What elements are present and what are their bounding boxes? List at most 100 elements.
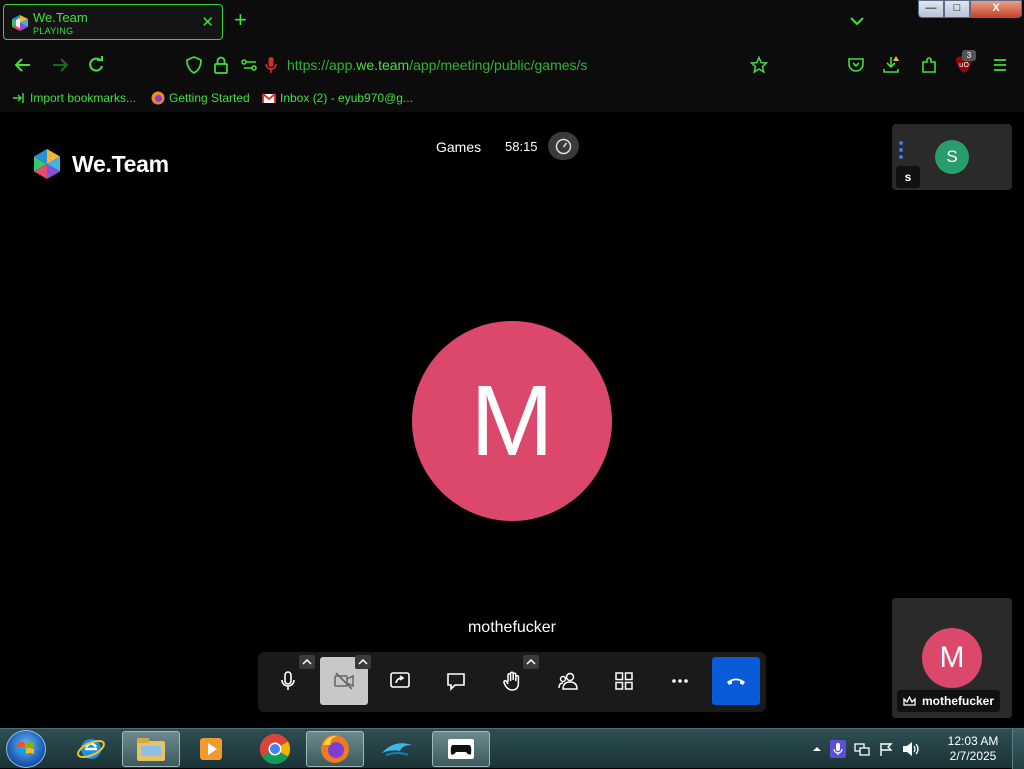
grid-view-button[interactable] <box>600 657 648 705</box>
bookmark-import[interactable]: Import bookmarks... <box>12 91 136 105</box>
tab-title: We.Team <box>33 10 88 25</box>
mic-options-caret[interactable] <box>299 655 315 669</box>
bookmark-label: Inbox (2) - eyub970@g... <box>280 91 413 105</box>
meeting-controls <box>258 652 766 712</box>
logo-text: We.Team <box>72 150 169 177</box>
more-icon <box>672 679 688 683</box>
forward-arrow-icon[interactable] <box>51 56 69 74</box>
bookmark-label: Getting Started <box>169 91 250 105</box>
system-tray <box>812 729 920 769</box>
self-view-tile[interactable]: M mothefucker <box>892 598 1012 718</box>
show-desktop-button[interactable] <box>1012 729 1024 769</box>
downloads-icon[interactable] <box>882 56 900 74</box>
tab-close-icon[interactable]: ✕ <box>201 13 214 31</box>
gmail-icon <box>262 93 276 103</box>
bookmark-getting-started[interactable]: Getting Started <box>151 91 250 105</box>
navigation-bar: https://app.we.team/app/meeting/public/g… <box>0 44 1024 86</box>
chat-button[interactable] <box>432 657 480 705</box>
chevron-up-icon <box>302 658 312 665</box>
main-speaker-name: mothefucker <box>467 619 557 636</box>
audio-level-icon <box>899 141 903 159</box>
windows-taskbar: 12:03 AM 2/7/2025 <box>0 728 1024 769</box>
taskbar-explorer[interactable] <box>122 731 180 767</box>
import-icon <box>13 93 24 103</box>
pocket-icon[interactable] <box>847 56 865 74</box>
maximize-button[interactable]: □ <box>944 0 970 18</box>
start-button[interactable] <box>6 730 46 768</box>
self-name-badge: mothefucker <box>897 690 1001 712</box>
hamburger-menu-icon[interactable] <box>991 56 1009 74</box>
svg-text:uO: uO <box>959 61 969 69</box>
explorer-icon <box>137 738 165 761</box>
self-avatar: M <box>922 628 982 688</box>
hand-options-caret[interactable] <box>523 655 539 669</box>
extensions-icon[interactable] <box>920 56 938 74</box>
raise-hand-icon <box>503 671 520 691</box>
chevron-up-icon <box>526 658 536 665</box>
chevron-down-icon[interactable] <box>848 12 866 30</box>
ublock-badge: 3 <box>962 50 976 61</box>
camera-options-caret[interactable] <box>355 655 371 669</box>
shield-icon[interactable] <box>185 56 203 74</box>
permissions-icon[interactable] <box>240 56 258 74</box>
clock-date: 2/7/2025 <box>949 749 997 763</box>
url-domain: we.team <box>356 57 410 73</box>
speedometer-icon <box>555 138 572 155</box>
taskbar-media-player[interactable] <box>182 731 240 767</box>
chat-icon <box>447 673 465 691</box>
taskbar-ie[interactable] <box>62 731 120 767</box>
bookmark-label: Import bookmarks... <box>30 91 137 105</box>
connection-quality-button[interactable] <box>548 132 579 160</box>
microphone-tray-icon[interactable] <box>830 740 846 758</box>
participants-button[interactable] <box>544 657 592 705</box>
back-arrow-icon[interactable] <box>14 56 32 74</box>
volume-icon[interactable] <box>902 741 920 757</box>
meeting-app: We.Team Games 58:15 S s M mothefucker M … <box>0 112 1024 728</box>
lock-icon[interactable] <box>212 56 230 74</box>
action-center-flag-icon[interactable] <box>878 741 894 757</box>
window-controls: — □ X <box>918 0 1022 18</box>
close-window-button[interactable]: X <box>970 0 1022 18</box>
bookmark-star-icon[interactable] <box>750 56 768 74</box>
firefox-icon <box>151 91 165 105</box>
microphone-active-icon[interactable] <box>262 56 280 74</box>
chevron-up-icon <box>358 658 368 665</box>
self-name: mothefucker <box>922 694 995 708</box>
new-tab-button[interactable]: + <box>234 9 247 31</box>
tab-playing-status: PLAYING <box>33 26 74 36</box>
weteam-logo-icon <box>34 149 60 179</box>
bookmark-gmail-inbox[interactable]: Inbox (2) - eyub970@g... <box>262 91 413 105</box>
bookmarks-toolbar: Import bookmarks... Getting Started Inbo… <box>0 86 1024 112</box>
minimize-button[interactable]: — <box>918 0 944 18</box>
screen-share-button[interactable] <box>376 657 424 705</box>
clock-time: 12:03 AM <box>947 734 999 748</box>
grid-view-icon <box>615 672 633 690</box>
browser-tab[interactable]: We.Team PLAYING ✕ <box>3 4 223 40</box>
participant-name: s <box>896 166 920 188</box>
gamepad-icon <box>448 739 474 759</box>
media-player-icon <box>200 738 222 760</box>
reload-icon[interactable] <box>87 56 105 74</box>
weteam-favicon-icon <box>12 15 28 31</box>
section-title: Games <box>436 139 482 155</box>
participant-tile-s[interactable]: S s <box>892 124 1012 190</box>
chrome-icon <box>259 734 291 765</box>
taskbar-firefox[interactable] <box>306 731 364 767</box>
mic-icon <box>281 671 295 690</box>
address-bar-url[interactable]: https://app.we.team/app/meeting/public/g… <box>287 57 587 73</box>
screen-share-icon <box>390 672 410 688</box>
taskbar-dolphin[interactable] <box>368 731 426 767</box>
network-icon[interactable] <box>854 741 870 757</box>
more-options-button[interactable] <box>656 657 704 705</box>
taskbar-gamepad[interactable] <box>432 731 490 767</box>
weteam-logo[interactable]: We.Team <box>31 148 169 180</box>
hang-up-button[interactable] <box>712 657 760 705</box>
taskbar-chrome[interactable] <box>246 731 304 767</box>
participant-avatar: S <box>935 140 969 174</box>
url-prefix: https://app. <box>287 57 357 73</box>
system-clock[interactable]: 12:03 AM 2/7/2025 <box>940 734 1006 764</box>
firefox-icon <box>321 735 349 763</box>
dolphin-icon <box>382 743 412 756</box>
ublock-origin-icon[interactable]: uO 3 <box>955 50 976 76</box>
tray-expand-icon[interactable] <box>812 744 822 754</box>
